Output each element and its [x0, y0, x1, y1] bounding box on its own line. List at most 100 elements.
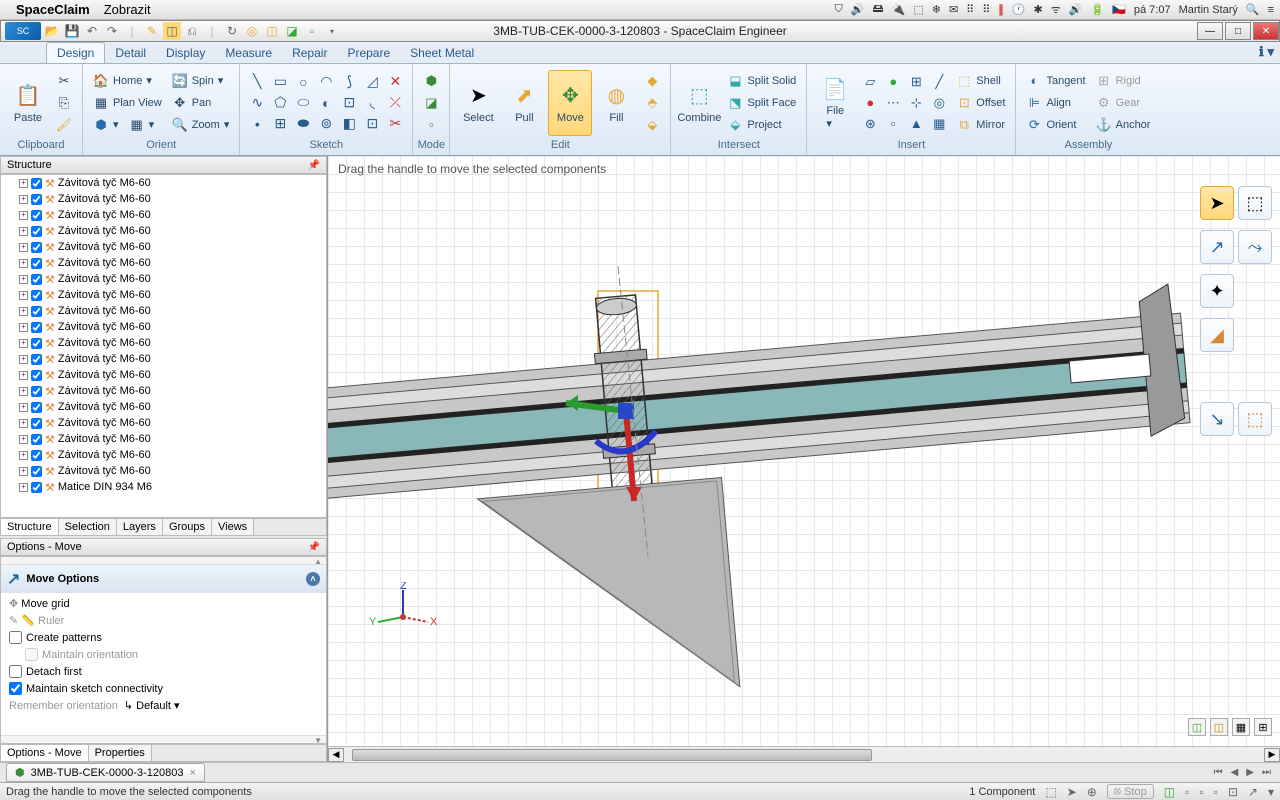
- expand-icon[interactable]: +: [19, 403, 28, 412]
- slot-icon[interactable]: ⬬: [292, 114, 314, 134]
- box-icon[interactable]: ▫: [882, 114, 904, 134]
- model-view[interactable]: [328, 156, 1280, 746]
- line-icon[interactable]: ╲: [246, 72, 268, 92]
- visibility-checkbox[interactable]: [31, 418, 42, 429]
- expand-icon[interactable]: +: [19, 211, 28, 220]
- qat-icon[interactable]: ◎: [243, 22, 261, 40]
- mode-section-button[interactable]: ◪: [419, 93, 443, 113]
- tray-icon[interactable]: 🔊: [1069, 3, 1083, 16]
- expand-icon[interactable]: +: [19, 179, 28, 188]
- visibility-checkbox[interactable]: [31, 322, 42, 333]
- planview-button[interactable]: ▦Plan View: [89, 93, 166, 113]
- undo-icon[interactable]: ↶: [83, 22, 101, 40]
- pin-icon[interactable]: 📌: [308, 542, 320, 553]
- mode-sketch-button[interactable]: ▫: [419, 115, 443, 135]
- document-tab[interactable]: ⬢ 3MB-TUB-CEK-0000-3-120803 ×: [6, 763, 205, 782]
- cursor-tool[interactable]: ➤: [1200, 186, 1234, 220]
- scroll-up[interactable]: ▲: [1, 557, 326, 565]
- qat-icon[interactable]: ↻: [223, 22, 241, 40]
- text-icon[interactable]: ⊞: [269, 114, 291, 134]
- trim-icon[interactable]: ✕: [384, 72, 406, 92]
- point-icon[interactable]: •: [246, 114, 268, 134]
- qat-icon[interactable]: ✎: [143, 22, 161, 40]
- tab-sheetmetal[interactable]: Sheet Metal: [400, 43, 484, 63]
- offset-icon[interactable]: ⊚: [315, 114, 337, 134]
- mirror-button[interactable]: ⧉Mirror: [952, 115, 1009, 135]
- tree-row[interactable]: +⚒Závitová tyč M6-60: [1, 399, 326, 415]
- tray-icon[interactable]: ⬚: [913, 3, 923, 16]
- status-icon[interactable]: ⬚: [1045, 785, 1056, 799]
- anchor-tool[interactable]: ◢: [1200, 318, 1234, 352]
- stop-button[interactable]: ⦻ Stop: [1107, 784, 1154, 799]
- visibility-checkbox[interactable]: [31, 450, 42, 461]
- visibility-checkbox[interactable]: [31, 482, 42, 493]
- status-cursor-icon[interactable]: ➤: [1067, 785, 1077, 799]
- chamfer-icon[interactable]: ◿: [361, 72, 383, 92]
- tray-icon[interactable]: 🔋: [1090, 3, 1104, 16]
- structure-tree[interactable]: +⚒Závitová tyč M6-60+⚒Závitová tyč M6-60…: [0, 174, 327, 518]
- edit-tool2[interactable]: ⬘: [640, 93, 664, 113]
- help-icon[interactable]: ℹ ▾: [1259, 44, 1274, 60]
- gear-button[interactable]: ⚙Gear: [1092, 93, 1155, 113]
- combine-button[interactable]: ⬚Combine: [677, 70, 721, 136]
- expand-icon[interactable]: +: [19, 323, 28, 332]
- arc-icon[interactable]: ⟆: [338, 72, 360, 92]
- tray-icon[interactable]: ✉: [949, 3, 958, 16]
- brush-button[interactable]: 🖌: [52, 115, 76, 135]
- tray-icon[interactable]: ⛉: [835, 3, 843, 16]
- expand-icon[interactable]: +: [19, 227, 28, 236]
- status-icon[interactable]: ⊡: [1228, 785, 1238, 799]
- qat-icon[interactable]: ⎌: [183, 22, 201, 40]
- tray-icon[interactable]: ᯤ: [1051, 2, 1061, 17]
- expand-icon[interactable]: +: [19, 339, 28, 348]
- visibility-checkbox[interactable]: [31, 466, 42, 477]
- vp-icon[interactable]: ◫: [1188, 718, 1206, 736]
- structure-panel-header[interactable]: Structure 📌: [0, 156, 327, 174]
- expand-icon[interactable]: +: [19, 243, 28, 252]
- nav-last[interactable]: ⏭: [1259, 767, 1274, 778]
- options-section-header[interactable]: ↗ Move Options ˄: [1, 565, 326, 593]
- close-button[interactable]: ✕: [1253, 22, 1279, 40]
- axis-icon[interactable]: ╱: [928, 72, 950, 92]
- tray-icon[interactable]: 🔌: [892, 3, 906, 16]
- visibility-checkbox[interactable]: [31, 306, 42, 317]
- expand-icon[interactable]: +: [19, 291, 28, 300]
- nav-first[interactable]: ⏮: [1211, 767, 1226, 778]
- status-menu-icon[interactable]: ▾: [1268, 785, 1274, 799]
- move-button[interactable]: ✥Move: [548, 70, 592, 136]
- tray-icon[interactable]: 🖴: [873, 0, 884, 19]
- close-tab-icon[interactable]: ×: [189, 767, 195, 779]
- circular-icon[interactable]: ⊛: [859, 114, 881, 134]
- maximize-button[interactable]: □: [1225, 22, 1251, 40]
- tree-row[interactable]: +⚒Závitová tyč M6-60: [1, 271, 326, 287]
- mac-clock[interactable]: pá 7:07: [1134, 4, 1171, 16]
- viewport[interactable]: Drag the handle to move the selected com…: [328, 156, 1280, 762]
- align-button[interactable]: ⊫Align: [1022, 93, 1089, 113]
- upto-tool[interactable]: ↘: [1200, 402, 1234, 436]
- shell-button[interactable]: ⬚Shell: [952, 71, 1009, 91]
- orient2-button[interactable]: ⟳Orient: [1022, 115, 1089, 135]
- torus-icon[interactable]: ◎: [928, 93, 950, 113]
- tree-row[interactable]: +⚒Závitová tyč M6-60: [1, 335, 326, 351]
- save-icon[interactable]: 💾: [63, 22, 81, 40]
- vp-icon[interactable]: ◫: [1210, 718, 1228, 736]
- grid2-icon[interactable]: ▦: [928, 114, 950, 134]
- visibility-checkbox[interactable]: [31, 194, 42, 205]
- pull-button[interactable]: ⬈Pull: [502, 70, 546, 136]
- tree-row[interactable]: +⚒Závitová tyč M6-60: [1, 287, 326, 303]
- circle-icon[interactable]: ○: [292, 72, 314, 92]
- tab-repair[interactable]: Repair: [282, 43, 337, 63]
- viewport-scrollbar-h[interactable]: ◀ ▶: [328, 746, 1280, 762]
- expand-icon[interactable]: +: [19, 387, 28, 396]
- detachfirst-checkbox[interactable]: Detach first: [9, 665, 318, 678]
- splitface-button[interactable]: ⬔Split Face: [723, 93, 800, 113]
- tab-design[interactable]: Design: [46, 42, 105, 63]
- tab-measure[interactable]: Measure: [215, 43, 282, 63]
- arrow-tool[interactable]: ↗: [1200, 230, 1234, 264]
- fill-button[interactable]: ◍Fill: [594, 70, 638, 136]
- tree-row[interactable]: +⚒Závitová tyč M6-60: [1, 367, 326, 383]
- poly-icon[interactable]: ⬠: [269, 93, 291, 113]
- nav-next[interactable]: ▶: [1243, 767, 1257, 778]
- tree-row[interactable]: +⚒Závitová tyč M6-60: [1, 415, 326, 431]
- spotlight-icon[interactable]: 🔍: [1246, 3, 1260, 16]
